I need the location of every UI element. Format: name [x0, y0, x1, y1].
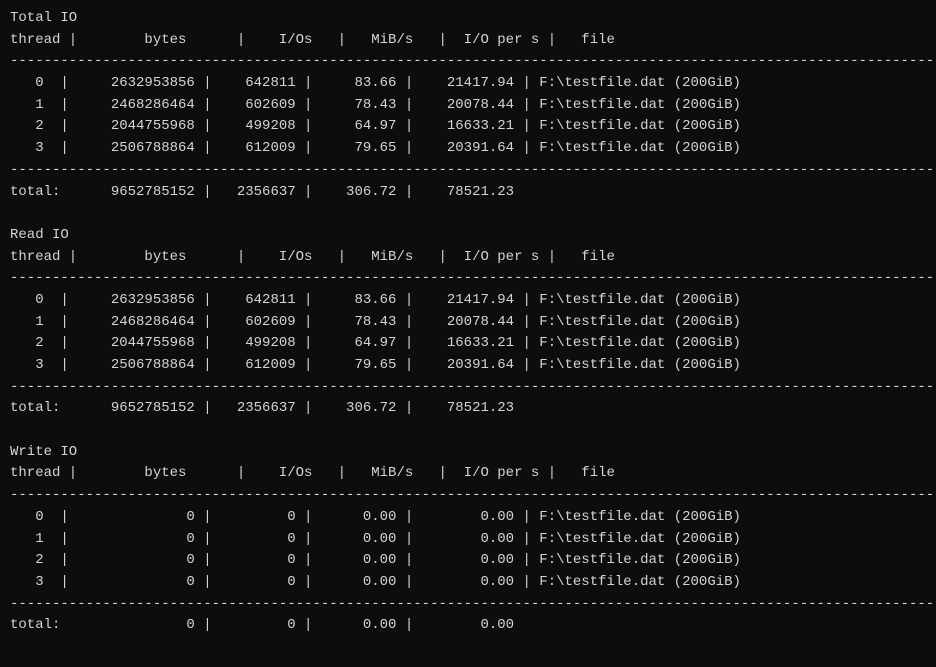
io-stats-display: Total IO thread | bytes | I/Os | MiB/s |…: [10, 8, 926, 659]
